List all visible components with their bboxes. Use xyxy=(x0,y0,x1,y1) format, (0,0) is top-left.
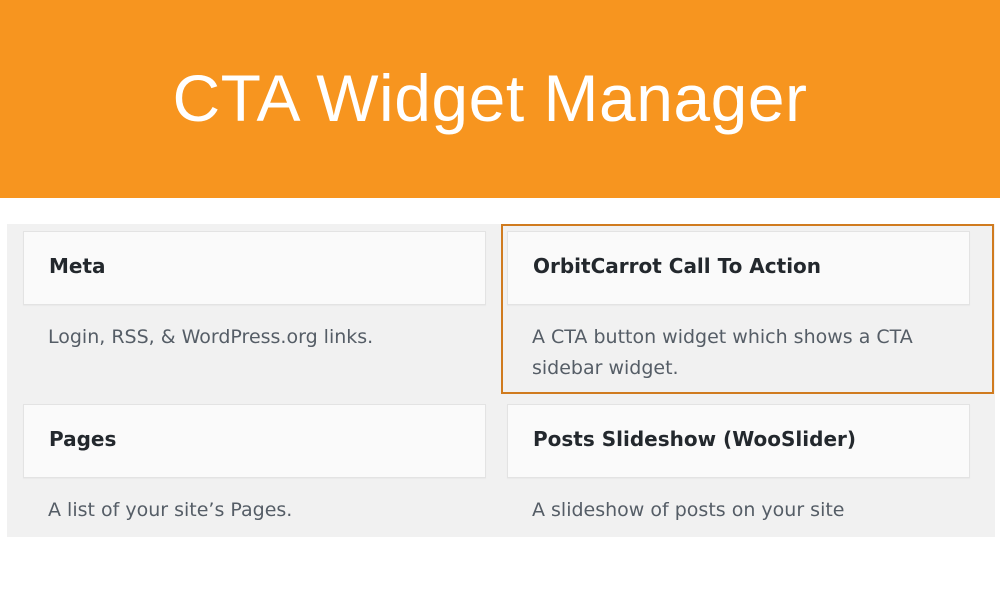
widget-title: Pages xyxy=(49,427,117,451)
widget-title: Meta xyxy=(49,254,106,278)
widget-title: Posts Slideshow (WooSlider) xyxy=(533,427,857,451)
widget-meta-description: Login, RSS, & WordPress.org links. xyxy=(48,326,374,348)
title-banner: CTA Widget Manager xyxy=(0,0,1000,198)
widget-pages-header[interactable]: Pages xyxy=(23,404,486,478)
widget-posts-slideshow-header[interactable]: Posts Slideshow (WooSlider) xyxy=(507,404,970,478)
widget-posts-slideshow-description: A slideshow of posts on your site xyxy=(532,499,845,521)
widget-meta-header[interactable]: Meta xyxy=(23,231,486,305)
banner-title: CTA Widget Manager xyxy=(172,61,808,135)
cta-widget-highlight-box xyxy=(501,224,994,394)
widget-pages-description: A list of your site’s Pages. xyxy=(48,499,293,521)
